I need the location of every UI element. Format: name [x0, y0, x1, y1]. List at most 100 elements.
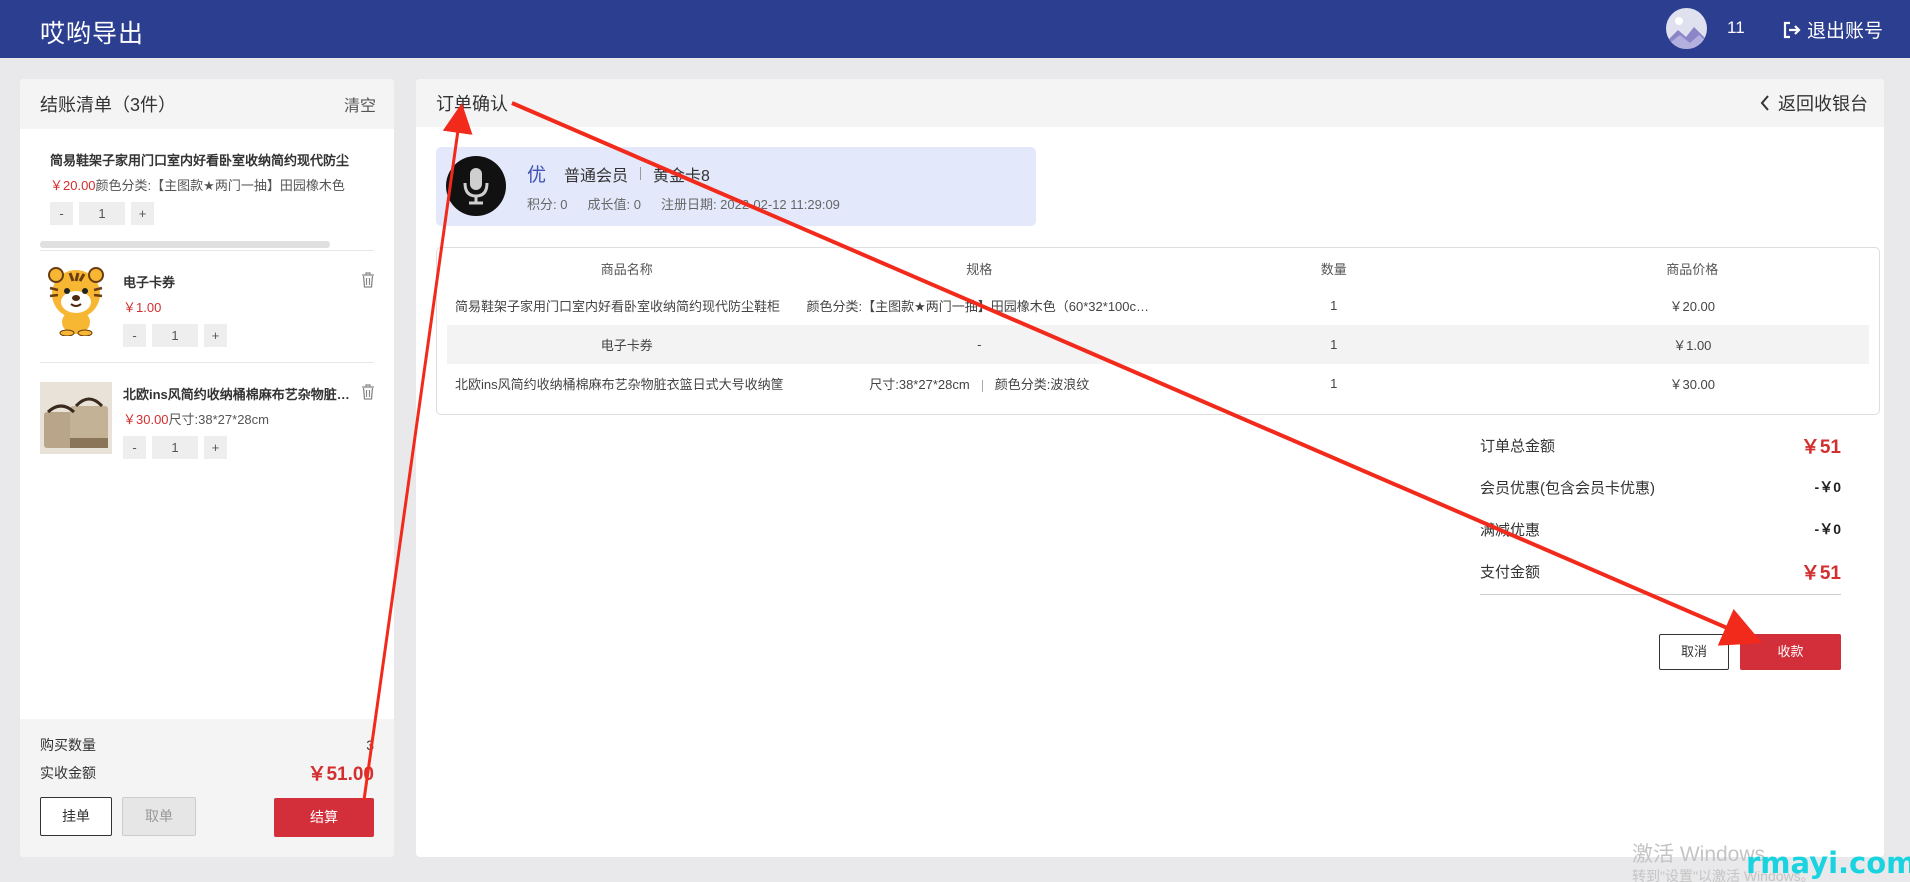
- increase-qty-button[interactable]: +: [204, 436, 227, 459]
- cart-item: 电子卡券 ￥1.00 - 1 +: [123, 272, 343, 347]
- qty-value[interactable]: 1: [152, 436, 198, 459]
- table-row: 简易鞋架子家用门口室内好看卧室收纳简约现代防尘鞋柜 颜色分类:【主图款★两门一抽…: [447, 286, 1869, 325]
- pay-amount-row: 支付金额 ￥51: [1480, 550, 1841, 592]
- collect-payment-button[interactable]: 收款: [1740, 634, 1841, 670]
- separator: [640, 167, 642, 180]
- member-stats: 积分: 0 成长值: 0 注册日期: 2022-02-12 11:29:09: [527, 194, 860, 213]
- member-card-name: 黄金卡8: [653, 167, 710, 185]
- table-row: 北欧ins风简约收纳桶棉麻布艺杂物脏衣篮日式大号收纳筐 尺寸:38*27*28c…: [447, 364, 1869, 403]
- take-order-button[interactable]: 取单: [122, 797, 196, 836]
- full-reduction-label: 满减优惠: [1480, 521, 1541, 539]
- order-items-table: 商品名称 规格 数量 商品价格 简易鞋架子家用门口室内好看卧室收纳简约现代防尘鞋…: [436, 247, 1880, 415]
- logout-label: 退出账号: [1807, 21, 1884, 42]
- item-name-cell: 简易鞋架子家用门口室内好看卧室收纳简约现代防尘鞋柜: [455, 299, 781, 314]
- trash-icon[interactable]: [361, 272, 375, 293]
- qty-summary-value: 3: [366, 737, 374, 753]
- item-spec-cell: -: [977, 337, 982, 352]
- horizontal-scrollbar[interactable]: [40, 241, 330, 248]
- total-amount-label: 订单总金额: [1480, 437, 1556, 455]
- pay-amount-value: ￥51: [1800, 562, 1841, 584]
- cart-header: 结账清单（3件） 清空: [20, 79, 394, 129]
- separator: [981, 379, 983, 392]
- cart-item-spec: 尺寸:38*27*28cm: [168, 412, 269, 427]
- qty-value[interactable]: 1: [152, 324, 198, 347]
- divider: [1480, 594, 1841, 595]
- cart-title: 结账清单（3件）: [40, 95, 177, 115]
- cancel-button[interactable]: 取消: [1659, 634, 1729, 670]
- clear-cart-button[interactable]: 清空: [344, 92, 376, 116]
- cart-item-spec: 颜色分类:【主图款★两门一抽】田园橡木色: [95, 178, 345, 193]
- amount-summary: 实收金额 ￥51.00: [40, 759, 374, 786]
- item-price-cell: ￥30.00: [1669, 377, 1716, 392]
- full-reduction-value: -￥0: [1814, 521, 1841, 537]
- column-header: 规格: [966, 261, 993, 277]
- user-id: 11: [1727, 18, 1745, 37]
- member-info: 优 普通会员 黄金卡8: [527, 160, 710, 187]
- column-header: 商品价格: [1666, 261, 1719, 277]
- basket-thumbnail: [40, 382, 112, 454]
- quantity-stepper: - 1 +: [123, 324, 343, 347]
- trash-icon[interactable]: [361, 384, 375, 405]
- decrease-qty-button[interactable]: -: [123, 436, 146, 459]
- member-discount-row: 会员优惠(包含会员卡优惠) -￥0: [1480, 466, 1841, 508]
- cart-item: 简易鞋架子家用门口室内好看卧室收纳简约现代防尘 ￥20.00颜色分类:【主图款★…: [40, 150, 374, 225]
- cart-item-price-spec: ￥20.00颜色分类:【主图款★两门一抽】田园橡木色: [40, 175, 374, 194]
- item-name-cell: 北欧ins风简约收纳桶棉麻布艺杂物脏衣篮日式大号收纳筐: [455, 377, 784, 392]
- member-growth: 成长值: 0: [587, 197, 641, 212]
- item-qty-cell: 1: [1330, 298, 1338, 313]
- amount-summary-value: ￥51.00: [307, 764, 374, 785]
- cart-item-name: 简易鞋架子家用门口室内好看卧室收纳简约现代防尘: [50, 153, 350, 168]
- item-spec-cell: 尺寸:38*27*28cm 颜色分类:波浪纹: [807, 374, 1153, 393]
- order-title: 订单确认: [436, 94, 508, 114]
- cart-panel: 结账清单（3件） 清空 简易鞋架子家用门口室内好看卧室收纳简约现代防尘 ￥20.…: [20, 79, 394, 857]
- cart-item-name: 电子卡券: [123, 275, 176, 290]
- microphone-icon: [446, 156, 506, 216]
- member-registered: 注册日期: 2022-02-12 11:29:09: [660, 197, 840, 212]
- cart-item: 北欧ins风简约收纳桶棉麻布艺杂物脏衣篮日式大号 ￥30.00尺寸:38*27*…: [123, 384, 353, 459]
- item-price-cell: ￥20.00: [1669, 299, 1716, 314]
- site-watermark: rmayi.com: [1746, 846, 1910, 880]
- item-qty-cell: 1: [1330, 376, 1338, 391]
- total-amount-value: ￥51: [1800, 436, 1841, 458]
- cart-item-price: ￥1.00: [123, 300, 162, 315]
- item-price-cell: ￥1.00: [1673, 338, 1712, 353]
- item-spec-size: 尺寸:38*27*28cm: [869, 377, 970, 392]
- qty-value[interactable]: 1: [79, 202, 125, 225]
- back-to-register-link[interactable]: 返回收银台: [1760, 90, 1868, 116]
- divider: [40, 362, 374, 363]
- item-name-cell: 电子卡券: [600, 338, 653, 353]
- pay-amount-label: 支付金额: [1480, 563, 1541, 581]
- increase-qty-button[interactable]: +: [131, 202, 154, 225]
- cart-item-price: ￥20.00: [50, 178, 96, 193]
- table-row: 电子卡券 - 1 ￥1.00: [447, 325, 1869, 364]
- tiger-thumbnail: [40, 264, 112, 337]
- quantity-stepper: - 1 +: [123, 436, 353, 459]
- member-level: 普通会员: [564, 167, 629, 185]
- quantity-stepper: - 1 +: [40, 202, 374, 225]
- amount-summary-label: 实收金额: [40, 764, 96, 781]
- order-panel: 订单确认 返回收银台 优 普通会员 黄金卡8 积分: 0 成长值: 0 注册日期…: [416, 79, 1884, 857]
- cart-item-name: 北欧ins风简约收纳桶棉麻布艺杂物脏衣篮日式大号: [123, 387, 353, 402]
- column-header: 数量: [1320, 261, 1347, 277]
- qty-summary-label: 购买数量: [40, 737, 96, 753]
- item-spec-cell: 颜色分类:【主图款★两门一抽】田园橡木色（60*32*100cm）: [806, 299, 1153, 314]
- cart-item-price: ￥30.00: [123, 412, 169, 427]
- increase-qty-button[interactable]: +: [204, 324, 227, 347]
- table-header-row: 商品名称 规格 数量 商品价格: [447, 250, 1869, 286]
- back-label: 返回收银台: [1778, 94, 1868, 114]
- checkout-button[interactable]: 结算: [274, 798, 374, 837]
- cart-item-price-spec: ￥30.00尺寸:38*27*28cm: [123, 409, 353, 428]
- divider: [40, 250, 374, 251]
- hold-order-button[interactable]: 挂单: [40, 797, 112, 836]
- user-avatar[interactable]: [1666, 8, 1707, 49]
- member-card: 优 普通会员 黄金卡8 积分: 0 成长值: 0 注册日期: 2022-02-1…: [436, 147, 1036, 226]
- decrease-qty-button[interactable]: -: [123, 324, 146, 347]
- column-header: 商品名称: [600, 261, 653, 277]
- member-points: 积分: 0: [527, 197, 568, 212]
- order-totals: 订单总金额 ￥51 会员优惠(包含会员卡优惠) -￥0 满减优惠 -￥0 支付金…: [1480, 424, 1841, 595]
- item-spec-color: 颜色分类:波浪纹: [994, 377, 1090, 392]
- decrease-qty-button[interactable]: -: [50, 202, 73, 225]
- member-name: 优: [527, 165, 547, 186]
- logout-button[interactable]: 退出账号: [1783, 16, 1883, 43]
- chevron-left-icon: [1760, 95, 1769, 111]
